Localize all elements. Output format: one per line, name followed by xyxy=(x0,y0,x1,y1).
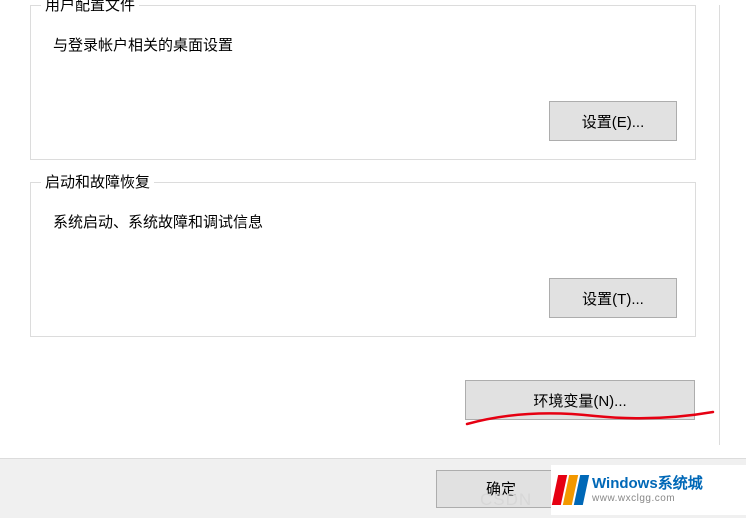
dialog-content-area: 用户配置文件 与登录帐户相关的桌面设置 设置(E)... 启动和故障恢复 系统启… xyxy=(0,5,720,445)
environment-variables-row: 环境变量(N)... xyxy=(465,380,695,420)
startup-recovery-settings-button[interactable]: 设置(T)... xyxy=(549,278,677,318)
ok-button[interactable]: 确定 xyxy=(436,470,566,508)
brand-name: Windows系统城 xyxy=(592,476,703,493)
user-profile-title: 用户配置文件 xyxy=(41,0,139,15)
user-profile-desc: 与登录帐户相关的桌面设置 xyxy=(49,34,677,55)
brand-logo-icon xyxy=(552,475,589,505)
startup-recovery-title: 启动和故障恢复 xyxy=(41,171,154,192)
brand-overlay: Windows系统城 www.wxclgg.com xyxy=(551,465,746,515)
brand-url: www.wxclgg.com xyxy=(592,493,703,504)
startup-recovery-desc: 系统启动、系统故障和调试信息 xyxy=(49,211,677,232)
user-profile-group: 用户配置文件 与登录帐户相关的桌面设置 设置(E)... xyxy=(30,5,696,160)
startup-recovery-group: 启动和故障恢复 系统启动、系统故障和调试信息 设置(T)... xyxy=(30,182,696,337)
user-profile-settings-button[interactable]: 设置(E)... xyxy=(549,101,677,141)
brand-text: Windows系统城 www.wxclgg.com xyxy=(592,476,703,504)
environment-variables-button[interactable]: 环境变量(N)... xyxy=(465,380,695,420)
